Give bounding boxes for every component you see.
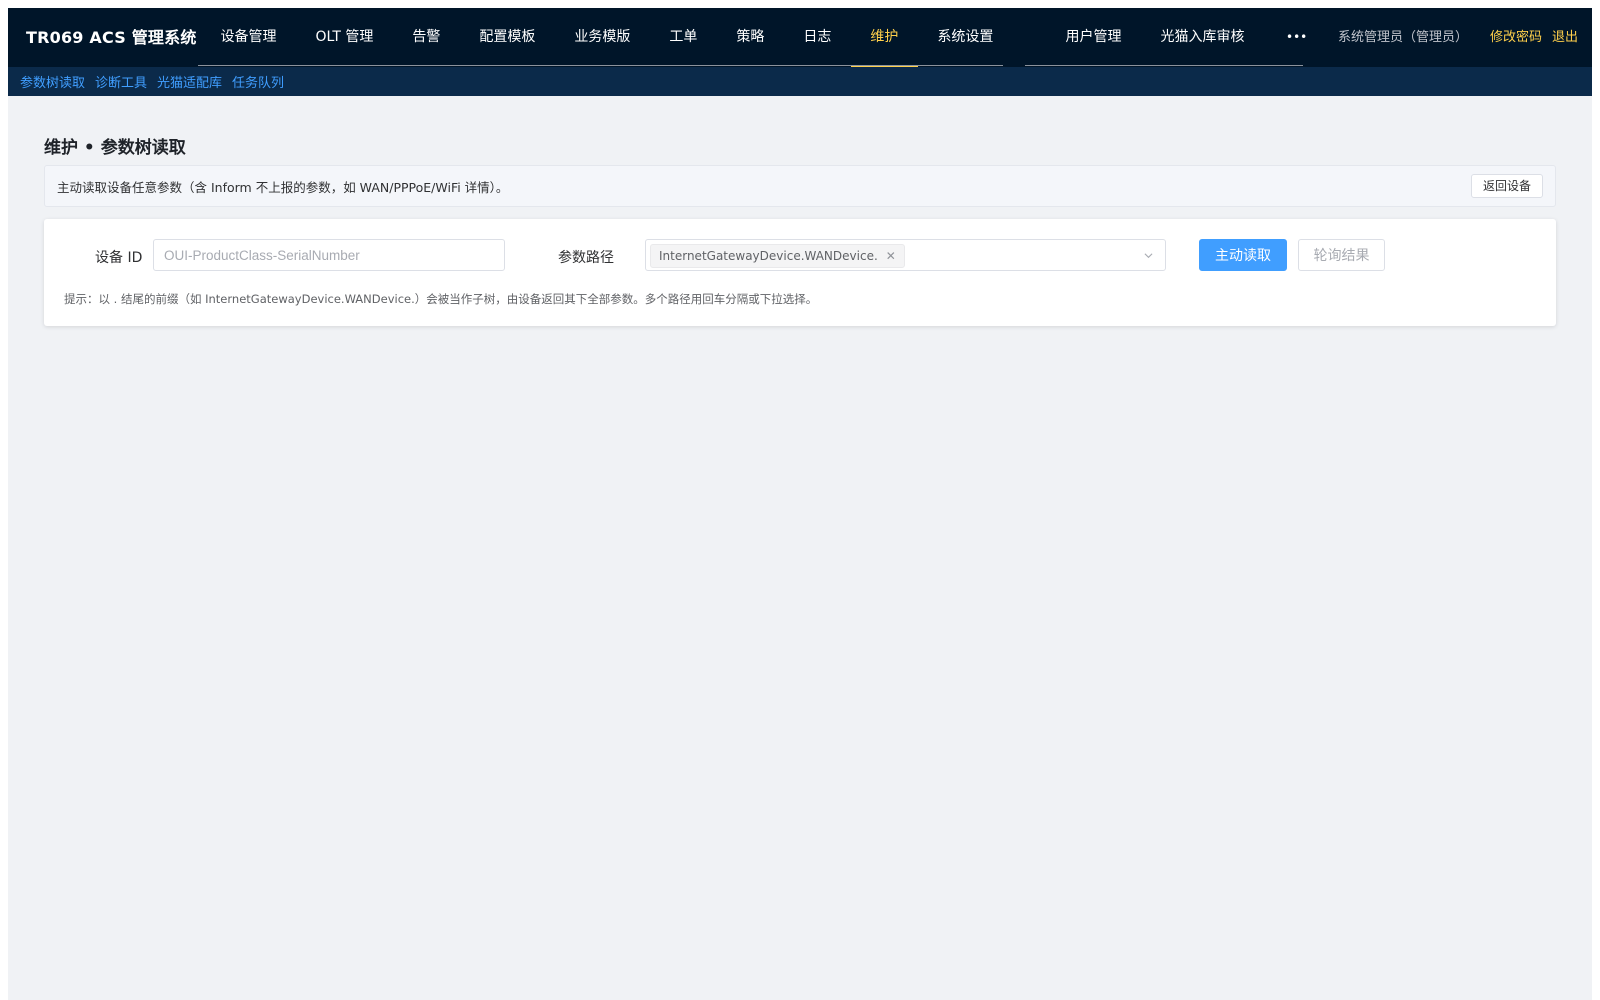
hint-text: 提示：以 . 结尾的前缀（如 InternetGatewayDevice.WAN… xyxy=(64,292,818,306)
notice-bar: 主动读取设备任意参数（含 Inform 不上报的参数，如 WAN/PPPoE/W… xyxy=(44,165,1556,207)
tag-close-icon[interactable]: ✕ xyxy=(886,249,896,263)
sub-navigation: 参数树读取 诊断工具 光猫适配库 任务队列 xyxy=(8,67,1592,96)
subnav-task-queue[interactable]: 任务队列 xyxy=(232,72,284,91)
nav-device-management[interactable]: 设备管理 xyxy=(201,8,296,67)
poll-result-button[interactable]: 轮询结果 xyxy=(1298,239,1385,271)
nav-ont-approval[interactable]: 光猫入库审核 xyxy=(1141,8,1264,67)
page-title: 维护 • 参数树读取 xyxy=(44,138,186,158)
subnav-ont-adapter-library[interactable]: 光猫适配库 xyxy=(157,72,222,91)
nav-logs[interactable]: 日志 xyxy=(784,8,851,67)
app-title: TR069 ACS 管理系统 xyxy=(26,28,197,47)
app-root: TR069 ACS 管理系统 设备管理 OLT 管理 告警 配置模板 业务模版 … xyxy=(8,8,1592,1000)
param-path-tag: InternetGatewayDevice.WANDevice. ✕ xyxy=(650,244,905,268)
device-id-label: 设备 ID xyxy=(95,250,143,266)
nav-user-management[interactable]: 用户管理 xyxy=(1046,8,1141,67)
nav-policies[interactable]: 策略 xyxy=(717,8,784,67)
nav-work-orders[interactable]: 工单 xyxy=(650,8,717,67)
notice-text: 主动读取设备任意参数（含 Inform 不上报的参数，如 WAN/PPPoE/W… xyxy=(57,179,509,195)
nav-maintenance[interactable]: 维护 xyxy=(850,8,918,67)
nav-olt-management[interactable]: OLT 管理 xyxy=(296,8,393,67)
secondary-menu: 用户管理 光猫入库审核 ••• xyxy=(1046,8,1329,67)
param-read-form: 设备 ID 参数路径 InternetGatewayDevice.WANDevi… xyxy=(44,219,1556,326)
subnav-diagnostics[interactable]: 诊断工具 xyxy=(95,72,147,91)
param-path-select[interactable]: InternetGatewayDevice.WANDevice. ✕ xyxy=(645,239,1166,271)
logout-link[interactable]: 退出 xyxy=(1552,8,1578,67)
menu-divider xyxy=(198,65,1003,66)
top-navbar: TR069 ACS 管理系统 设备管理 OLT 管理 告警 配置模板 业务模版 … xyxy=(8,8,1592,67)
nav-alarms[interactable]: 告警 xyxy=(393,8,460,67)
nav-system-settings[interactable]: 系统设置 xyxy=(918,8,1013,67)
user-area: 系统管理员（管理员） 修改密码 退出 xyxy=(1338,8,1578,67)
chevron-down-icon[interactable] xyxy=(1144,251,1153,260)
more-menu-icon[interactable]: ••• xyxy=(1264,8,1329,67)
back-to-device-button[interactable]: 返回设备 xyxy=(1470,174,1543,198)
read-now-button[interactable]: 主动读取 xyxy=(1199,239,1287,271)
user-name: 系统管理员（管理员） xyxy=(1337,30,1468,45)
nav-service-templates[interactable]: 业务模版 xyxy=(555,8,650,67)
device-id-input[interactable] xyxy=(153,239,505,271)
change-password-link[interactable]: 修改密码 xyxy=(1490,8,1542,67)
menu-divider-secondary xyxy=(1025,65,1303,66)
nav-config-templates[interactable]: 配置模板 xyxy=(460,8,555,67)
param-path-label: 参数路径 xyxy=(558,250,614,266)
param-path-tag-label: InternetGatewayDevice.WANDevice. xyxy=(659,249,878,263)
primary-menu: 设备管理 OLT 管理 告警 配置模板 业务模版 工单 策略 日志 维护 系统设… xyxy=(201,8,1013,67)
subnav-param-tree[interactable]: 参数树读取 xyxy=(20,72,85,91)
